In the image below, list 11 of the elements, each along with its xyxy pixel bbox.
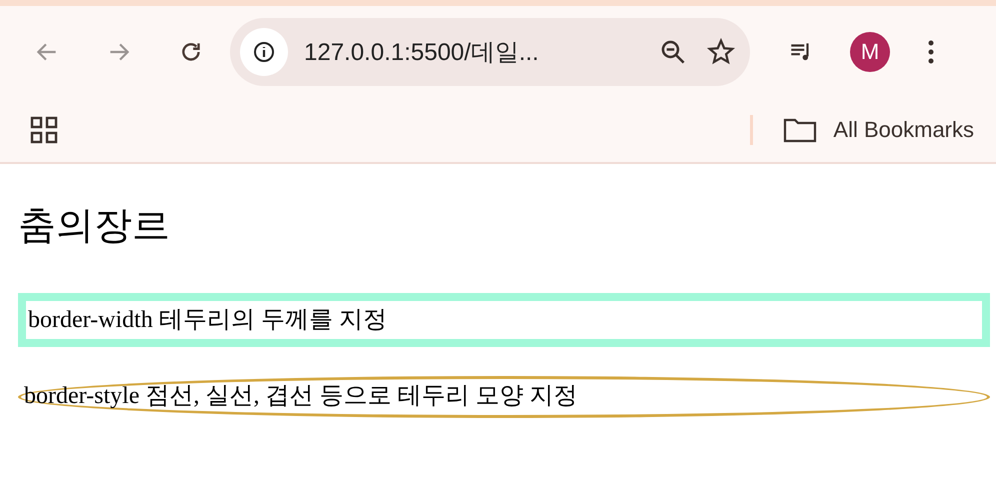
profile-avatar[interactable]: M	[850, 32, 890, 72]
page-heading: 춤의장르	[18, 204, 171, 249]
bordered-text: border-width 테두리의 두께를 지정	[18, 293, 990, 347]
apps-icon[interactable]	[30, 116, 58, 144]
menu-icon[interactable]	[926, 38, 936, 66]
address-bar[interactable]: 127.0.0.1:5500/데일...	[230, 18, 750, 86]
bordered-text: border-style 점선, 실선, 겹선 등으로 테두리 모양 지정	[18, 376, 990, 418]
info-icon[interactable]	[240, 28, 288, 76]
all-bookmarks-button[interactable]: All Bookmarks	[783, 117, 974, 143]
star-icon[interactable]	[706, 37, 736, 67]
folder-icon	[783, 117, 818, 143]
